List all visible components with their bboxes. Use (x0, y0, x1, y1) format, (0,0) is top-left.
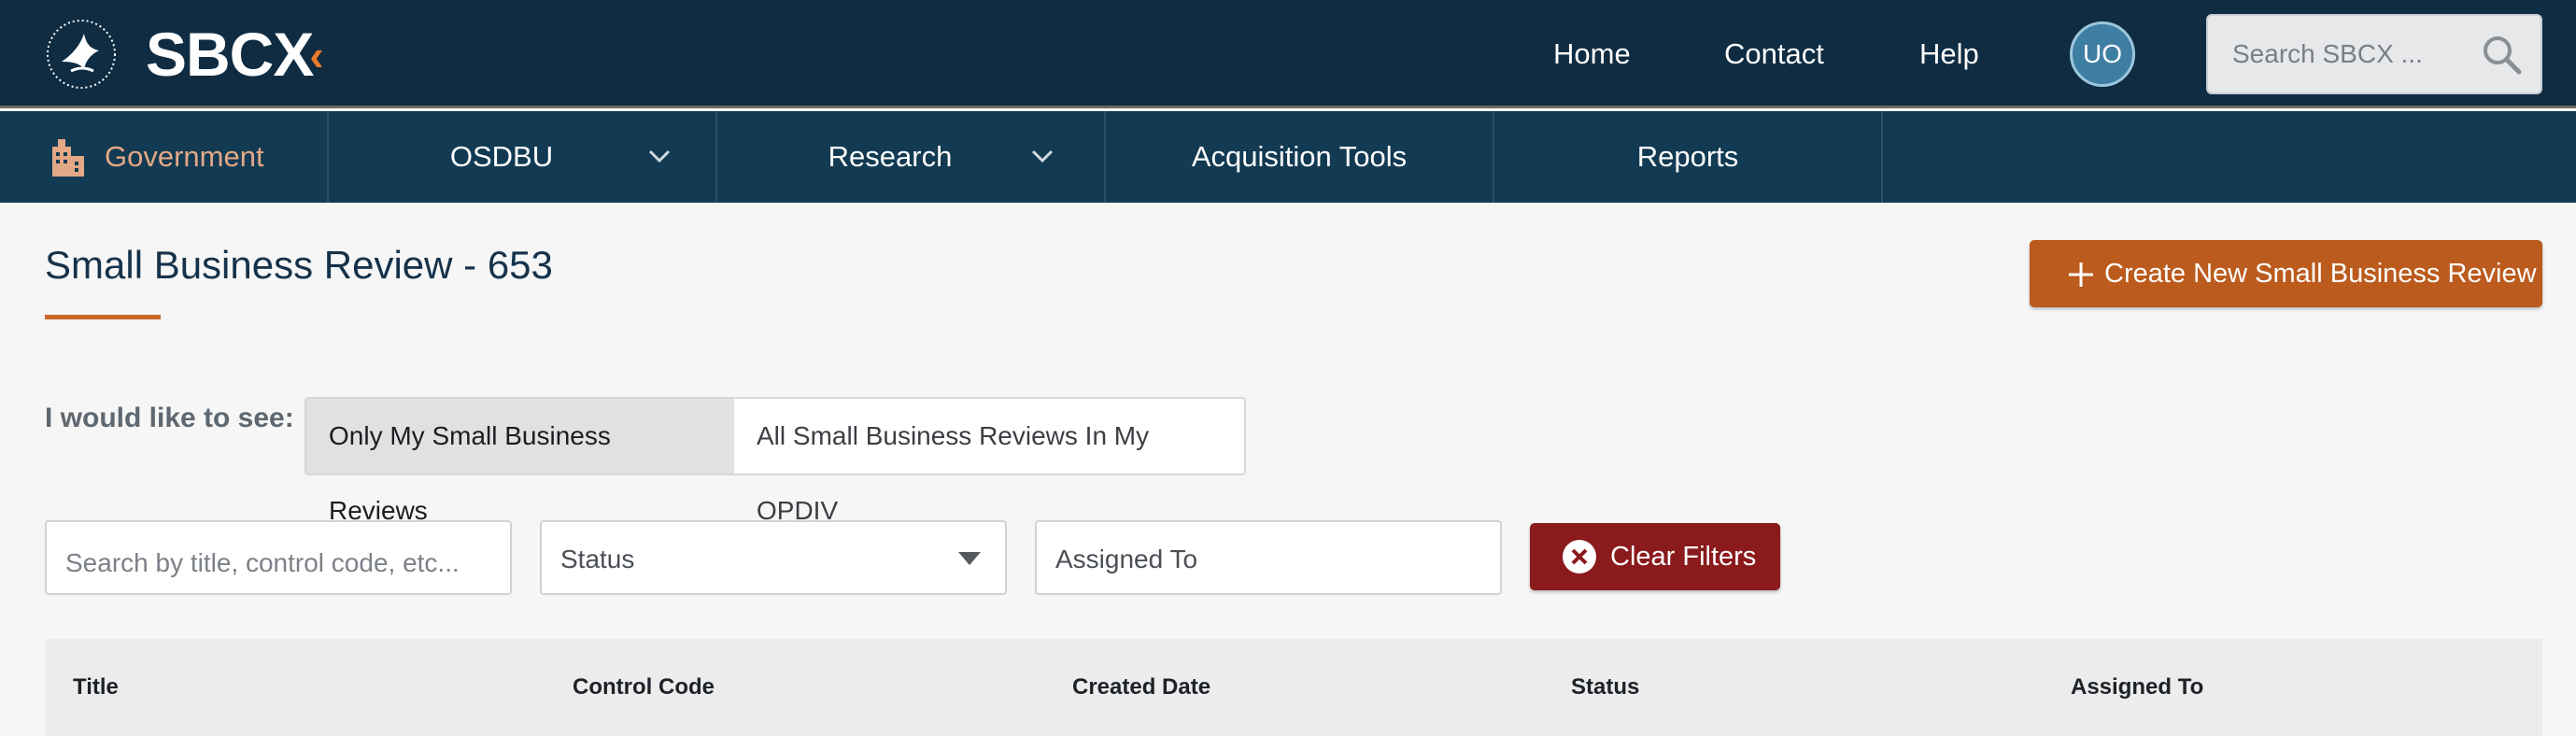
table-header: Title Control Code Created Date Status A… (45, 639, 2542, 736)
status-select-value: Status (560, 545, 635, 573)
user-avatar[interactable]: UO (2070, 21, 2135, 87)
assigned-to-placeholder: Assigned To (1055, 545, 1198, 573)
clear-filters-button[interactable]: Clear Filters (1530, 523, 1780, 590)
subnav-osdbu-label: OSDBU (449, 140, 554, 173)
subnav-osdbu[interactable]: OSDBU (329, 111, 717, 203)
plus-icon (2069, 262, 2093, 287)
search-input-placeholder: Search by title, control code, etc... (65, 548, 460, 577)
subnav-research[interactable]: Research (717, 111, 1106, 203)
subnav-research-label: Research (828, 140, 953, 173)
building-icon (52, 139, 84, 177)
column-header-control-code[interactable]: Control Code (573, 671, 715, 704)
site-search-placeholder: Search SBCX ... (2232, 39, 2423, 68)
subnav-reports-label: Reports (1636, 140, 1739, 173)
create-review-button[interactable]: Create New Small Business Review (2030, 240, 2542, 307)
scope-toggle: Only My Small Business Reviews All Small… (304, 397, 1246, 525)
hhs-seal-icon (47, 20, 116, 89)
assigned-to-input[interactable]: Assigned To (1035, 520, 1502, 595)
secondary-nav: Government OSDBU Research Acquisition To… (0, 111, 2576, 203)
title-underline (45, 315, 161, 319)
status-select[interactable]: Status (540, 520, 1007, 595)
scope-label: I would like to see: (45, 403, 294, 433)
search-input[interactable]: Search by title, control code, etc... (45, 520, 512, 595)
subnav-acquisition-tools[interactable]: Acquisition Tools (1106, 111, 1494, 203)
page-title: Small Business Review - 653 (45, 243, 553, 287)
subnav-reports[interactable]: Reports (1494, 111, 1883, 203)
subnav-government-label: Government (105, 140, 264, 173)
scope-option-mine[interactable]: Only My Small Business Reviews (306, 399, 734, 525)
column-header-created-date[interactable]: Created Date (1072, 671, 1210, 704)
brand-mark-icon: ‹ (309, 31, 323, 79)
column-header-assigned-to[interactable]: Assigned To (2071, 671, 2203, 704)
search-icon[interactable] (2481, 34, 2522, 75)
top-header: SBCX‹ Home Contact Help UO Search SBCX .… (0, 0, 2576, 108)
nav-home-link[interactable]: Home (1553, 34, 1631, 75)
subnav-government[interactable]: Government (0, 111, 329, 203)
create-review-button-label: Create New Small Business Review (2104, 259, 2537, 289)
nav-contact-link[interactable]: Contact (1724, 34, 1824, 75)
subnav-acquisition-tools-label: Acquisition Tools (1191, 140, 1408, 173)
site-search-input[interactable]: Search SBCX ... (2206, 14, 2542, 94)
caret-down-icon (958, 552, 981, 565)
clear-filters-label: Clear Filters (1610, 542, 1757, 572)
nav-help-link[interactable]: Help (1919, 34, 1979, 75)
close-circle-icon (1563, 540, 1596, 573)
chevron-down-icon (648, 149, 671, 163)
scope-option-opdiv[interactable]: All Small Business Reviews In My OPDIV (734, 399, 1244, 525)
column-header-title[interactable]: Title (73, 671, 119, 704)
chevron-down-icon (1031, 149, 1054, 163)
brand-logo[interactable]: SBCX‹ (146, 19, 324, 91)
column-header-status[interactable]: Status (1571, 671, 1639, 704)
